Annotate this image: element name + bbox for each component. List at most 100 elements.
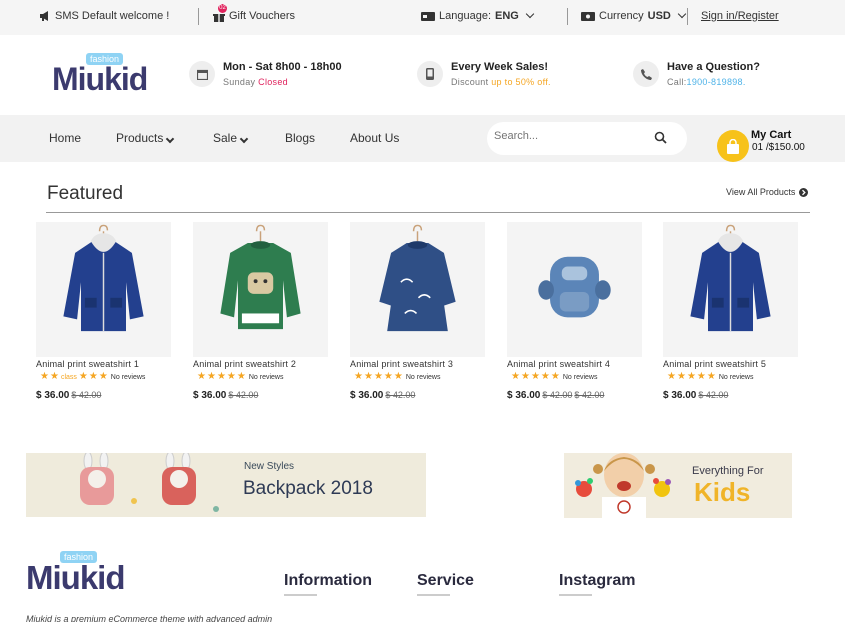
- banner-title: Backpack 2018: [243, 478, 373, 499]
- nav-item-sale[interactable]: Sale: [213, 131, 249, 145]
- backpacks-image: [80, 453, 219, 512]
- product-price: $ 36.00 $ 42.00 $ 42.00: [507, 390, 647, 401]
- product-card[interactable]: Animal print sweatshirt 4 ★ ★ ★ ★ ★ No reviews…: [507, 222, 647, 401]
- banner-subtitle: New Styles: [244, 461, 295, 472]
- hours-closed: Closed: [258, 77, 288, 87]
- sales-discount: up to 50% off.: [491, 77, 551, 87]
- star-icon: ★: [98, 371, 108, 382]
- old-price: $ 42.00: [574, 390, 605, 400]
- product-image[interactable]: [193, 222, 328, 357]
- current-price: $ 36.00: [193, 390, 227, 401]
- footer-heading-information: Information: [284, 572, 372, 596]
- old-price: $ 42.00: [71, 390, 102, 400]
- product-card[interactable]: Animal print sweatshirt 1 ★ ★ class ★ ★ ★ No re…: [36, 222, 176, 401]
- product-card[interactable]: Animal print sweatshirt 5 ★ ★ ★ ★ ★ No reviews…: [663, 222, 803, 401]
- star-icon: ★: [40, 371, 49, 382]
- product-rating: ★ ★ ★ ★ ★ No reviews: [667, 372, 803, 382]
- language-label: Language:: [439, 10, 491, 22]
- product-name[interactable]: Animal print sweatshirt 2: [193, 359, 333, 369]
- product-rating: ★ ★ class ★ ★ ★ No reviews: [40, 372, 176, 382]
- old-price: $ 42.00: [228, 390, 259, 400]
- star-icon: ★: [78, 371, 88, 382]
- language-icon: [421, 11, 435, 21]
- star-icon: ★: [206, 371, 216, 382]
- product-image[interactable]: [350, 222, 485, 357]
- product-price: $ 36.00 $ 42.00: [193, 390, 333, 401]
- logo-word: Miukid: [52, 61, 148, 97]
- kids-banner[interactable]: Everything For Kids: [564, 453, 792, 518]
- currency-select[interactable]: Currency USD: [581, 9, 687, 22]
- star-icon: ★: [706, 371, 716, 382]
- currency-value: USD: [647, 10, 671, 22]
- old-price: $ 42.00: [385, 390, 416, 400]
- nav-item-blogs[interactable]: Blogs: [285, 131, 315, 145]
- signin-link[interactable]: Sign in/Register: [701, 10, 779, 22]
- product-card[interactable]: Animal print sweatshirt 3 ★ ★ ★ ★ ★ No reviews…: [350, 222, 490, 401]
- child-image: [575, 453, 671, 518]
- phone-icon: [633, 61, 659, 87]
- product-image[interactable]: [663, 222, 798, 357]
- nav-item-home[interactable]: Home: [49, 131, 81, 145]
- gift-badge: 02: [218, 4, 227, 13]
- current-price: $ 36.00: [507, 390, 541, 401]
- view-all-link[interactable]: View All Products: [726, 187, 809, 197]
- currency-label: Currency: [599, 10, 644, 22]
- product-name[interactable]: Animal print sweatshirt 5: [663, 359, 803, 369]
- review-count: No reviews: [562, 373, 598, 381]
- phone-device-icon: [417, 61, 443, 87]
- chevron-down-icon: [166, 134, 175, 144]
- star-icon: ★: [667, 371, 676, 382]
- search-icon[interactable]: [654, 131, 668, 145]
- review-count: No reviews: [405, 373, 441, 381]
- star-icon: ★: [197, 371, 206, 382]
- call-number[interactable]: 1900-819898.: [687, 77, 746, 87]
- product-image[interactable]: [36, 222, 171, 357]
- hours-info: Mon - Sat 8h00 - 18h00 Sunday Closed: [189, 61, 342, 87]
- star-icon: ★: [676, 371, 686, 382]
- star-icon: ★: [540, 371, 550, 382]
- sales-sub: Discount: [451, 77, 489, 87]
- current-price: $ 36.00: [36, 390, 70, 401]
- top-bar: SMS Default welcome ! Gift Vouchers 02 L…: [0, 0, 845, 35]
- chevron-down-icon: [239, 134, 249, 144]
- review-count: No reviews: [718, 373, 754, 381]
- product-rating: ★ ★ ★ ★ ★ No reviews: [354, 372, 490, 382]
- footer-heading-service: Service: [417, 572, 474, 596]
- star-icon: ★: [354, 371, 363, 382]
- product-rating: ★ ★ ★ ★ ★ No reviews: [197, 372, 333, 382]
- cart-summary: 01 /$150.00: [752, 142, 805, 153]
- star-icon: ★: [696, 371, 706, 382]
- product-name[interactable]: Animal print sweatshirt 4: [507, 359, 647, 369]
- sales-title: Every Week Sales!: [451, 61, 549, 73]
- product-image[interactable]: [507, 222, 642, 357]
- sales-info: Every Week Sales! Discount up to 50% off…: [417, 61, 551, 87]
- product-card[interactable]: Animal print sweatshirt 2 ★ ★ ★ ★ ★ No reviews…: [193, 222, 333, 401]
- review-count: No reviews: [110, 373, 146, 381]
- search-input[interactable]: [494, 130, 644, 142]
- backpack-banner[interactable]: New Styles Backpack 2018: [26, 453, 426, 517]
- footer-about-text: Miukid is a premium eCommerce theme with…: [26, 614, 273, 622]
- star-icon: ★: [236, 371, 246, 382]
- current-price: $ 36.00: [350, 390, 384, 401]
- logo-word: Miukid: [26, 559, 125, 596]
- current-price: $ 36.00: [663, 390, 697, 401]
- question-title: Have a Question?: [667, 61, 760, 73]
- product-name[interactable]: Animal print sweatshirt 1: [36, 359, 176, 369]
- product-price: $ 36.00 $ 42.00: [350, 390, 490, 401]
- product-rating: ★ ★ ★ ★ ★ No reviews: [511, 372, 647, 382]
- language-select[interactable]: Language: ENG: [421, 9, 535, 22]
- product-name[interactable]: Animal print sweatshirt 3: [350, 359, 490, 369]
- cart-title: My Cart: [751, 129, 792, 141]
- divider: [687, 8, 688, 25]
- star-icon: ★: [520, 371, 530, 382]
- nav-item-products[interactable]: Products: [116, 131, 175, 145]
- arrow-right-circle-icon: [799, 187, 809, 197]
- main-nav: Home Products Sale Blogs About Us My Car…: [0, 115, 845, 162]
- section-title: Featured: [47, 183, 124, 204]
- megaphone-icon: [40, 11, 48, 21]
- star-icon: ★: [363, 371, 373, 382]
- hours-sub: Sunday: [223, 77, 256, 87]
- old-price: $ 42.00: [542, 390, 573, 400]
- section-divider: [46, 212, 810, 213]
- nav-item-about[interactable]: About Us: [350, 131, 399, 145]
